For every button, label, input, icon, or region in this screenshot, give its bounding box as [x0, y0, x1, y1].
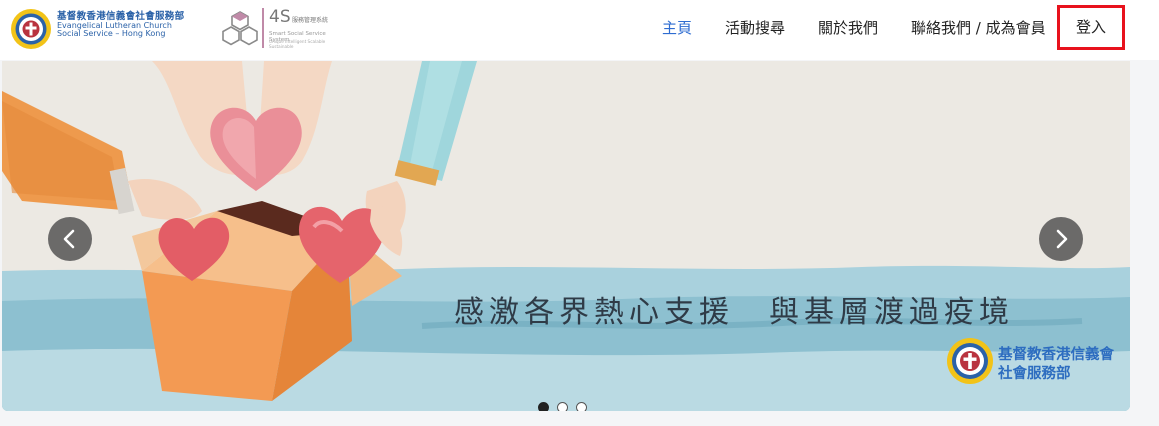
- slide-brand: 基督教香港信義會 社會服務部: [946, 337, 1126, 387]
- system-name-zh: 服務管理系統: [292, 17, 329, 24]
- carousel-dot-3[interactable]: [576, 402, 587, 411]
- system-tagline: Unique Intelligent Scalable Sustainable: [269, 39, 326, 49]
- system-mark: 4S: [269, 7, 291, 27]
- nav-contact-join[interactable]: 聯絡我們 / 成為會員: [911, 16, 1046, 40]
- lutheran-seal-icon: [947, 338, 993, 384]
- brand-line2: 社會服務部: [998, 366, 1071, 382]
- system-logo[interactable]: 4S 服務管理系統 Smart Social Service System Un…: [222, 6, 340, 50]
- brand-line1: 基督教香港信義會: [998, 347, 1114, 363]
- lutheran-seal-icon: [11, 9, 51, 49]
- org-logo[interactable]: 基督教香港信義會社會服務部 Evangelical Lutheran Churc…: [10, 8, 210, 50]
- carousel-prev-button[interactable]: [48, 217, 92, 261]
- cubes-icon: [222, 11, 258, 46]
- carousel-next-button[interactable]: [1039, 217, 1083, 261]
- nav-about-us[interactable]: 關於我們: [818, 16, 878, 40]
- chevron-left-icon: [63, 229, 75, 249]
- site-header: 基督教香港信義會社會服務部 Evangelical Lutheran Churc…: [0, 0, 1159, 60]
- org-name-en-line2: Social Service – Hong Kong: [57, 29, 166, 39]
- org-logo-text: 基督教香港信義會社會服務部 Evangelical Lutheran Churc…: [57, 12, 184, 39]
- carousel-dot-1[interactable]: [538, 402, 549, 411]
- chevron-right-icon: [1056, 229, 1068, 249]
- carousel-dot-2[interactable]: [557, 402, 568, 411]
- hero-carousel: 感激各界熱心支援 與基層渡過疫境 基督教香港信義會 社會服務部: [2, 61, 1130, 411]
- nav-activity-search[interactable]: 活動搜尋: [725, 16, 785, 40]
- login-button[interactable]: 登入: [1057, 5, 1125, 50]
- carousel-indicators: [538, 401, 598, 411]
- slide-caption: 感激各界熱心支援 與基層渡過疫境: [454, 295, 1014, 330]
- nav-home[interactable]: 主頁: [662, 16, 692, 40]
- logo-divider: [262, 8, 264, 48]
